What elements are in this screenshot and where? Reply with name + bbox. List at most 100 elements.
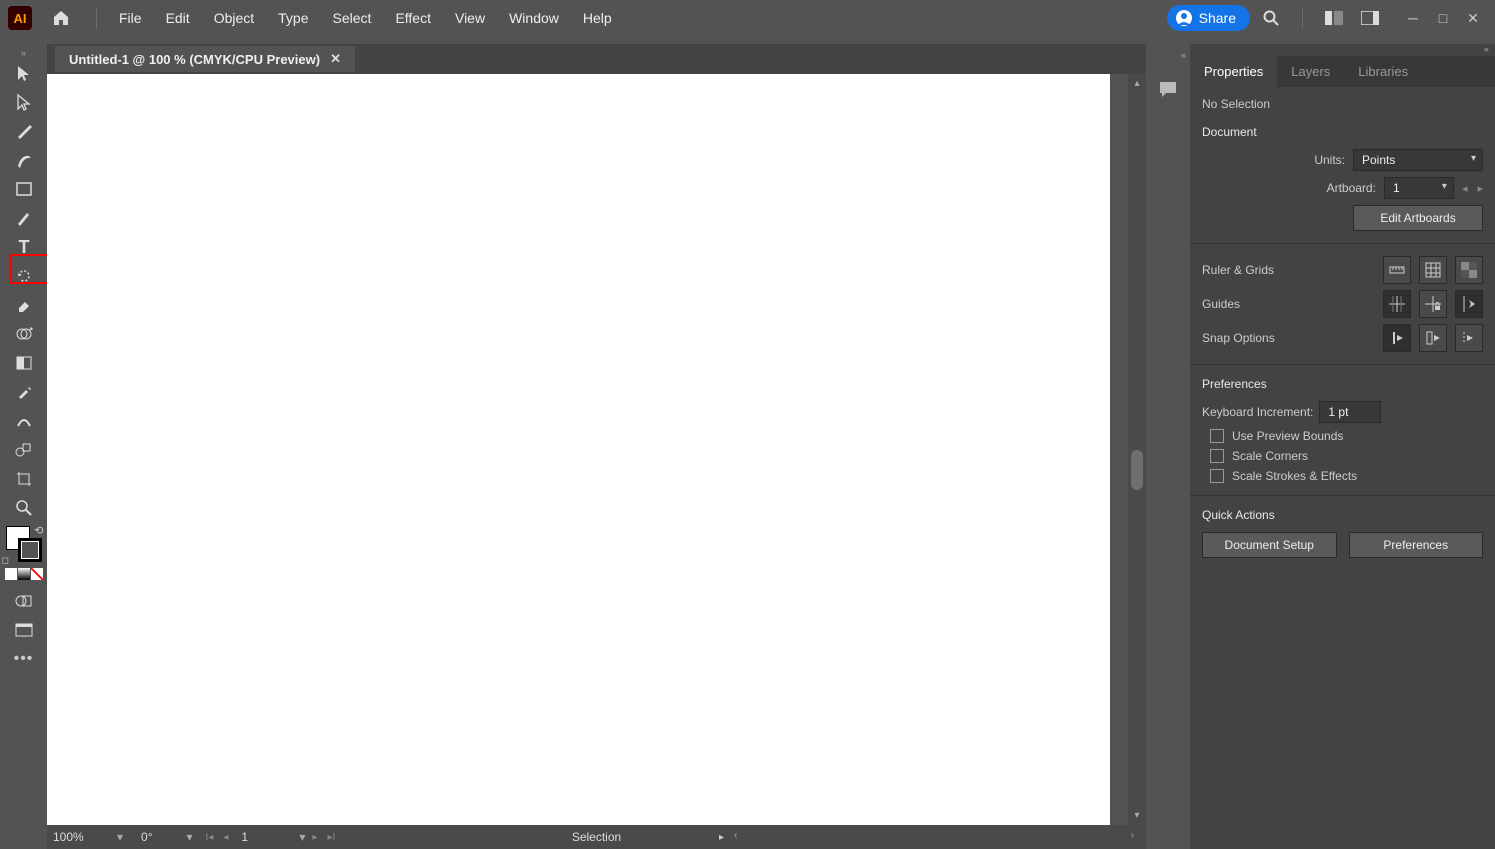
menu-window[interactable]: Window: [497, 6, 571, 30]
status-play-icon[interactable]: ▸: [719, 832, 724, 843]
units-label: Units:: [1202, 153, 1345, 167]
draw-mode-icon[interactable]: [9, 586, 39, 615]
next-artboard-icon[interactable]: ▸: [309, 832, 320, 843]
eraser-tool-icon[interactable]: [9, 290, 39, 319]
grid-icon[interactable]: [1419, 256, 1447, 284]
selection-tool-icon[interactable]: [9, 58, 39, 87]
pen-tool-icon[interactable]: [9, 116, 39, 145]
document-tab[interactable]: Untitled-1 @ 100 % (CMYK/CPU Preview) ✕: [55, 46, 355, 72]
eyedropper-tool-icon[interactable]: [9, 377, 39, 406]
expand-dock-icon[interactable]: «: [1181, 50, 1186, 60]
zoom-dropdown-icon[interactable]: ▾: [117, 830, 123, 844]
snap-to-pixel-icon[interactable]: [1455, 324, 1483, 352]
menu-view[interactable]: View: [443, 6, 497, 30]
last-artboard-icon[interactable]: ▸I: [324, 832, 338, 843]
scale-corners-checkbox[interactable]: Scale Corners: [1210, 449, 1483, 463]
color-mode-solid-icon[interactable]: [5, 568, 17, 580]
rectangle-tool-icon[interactable]: [9, 174, 39, 203]
ruler-icon[interactable]: [1383, 256, 1411, 284]
paintbrush-tool-icon[interactable]: [9, 203, 39, 232]
fill-stroke-control[interactable]: ⟲ ◻: [6, 526, 42, 562]
window-close-icon[interactable]: ✕: [1459, 9, 1487, 27]
document-setup-button[interactable]: Document Setup: [1202, 532, 1337, 558]
first-artboard-icon[interactable]: I◂: [203, 832, 217, 843]
curvature-tool-icon[interactable]: [9, 145, 39, 174]
use-preview-bounds-checkbox[interactable]: Use Preview Bounds: [1210, 429, 1483, 443]
screen-mode-icon[interactable]: [9, 615, 39, 644]
edit-toolbar-icon[interactable]: •••: [14, 650, 34, 668]
snap-to-point-icon[interactable]: [1383, 324, 1411, 352]
tab-properties[interactable]: Properties: [1190, 56, 1277, 87]
units-select[interactable]: Points: [1353, 149, 1483, 171]
artboard-navigation: I◂ ◂ 1 ▾ ▸ ▸I: [203, 830, 339, 844]
menu-file[interactable]: File: [107, 6, 154, 30]
rotation-value[interactable]: 0°: [141, 830, 152, 844]
comments-panel-icon[interactable]: [1157, 78, 1179, 100]
menu-object[interactable]: Object: [202, 6, 266, 30]
checkbox-icon: [1210, 429, 1224, 443]
prev-artboard-icon[interactable]: ◂: [220, 832, 231, 843]
lock-guides-icon[interactable]: [1419, 290, 1447, 318]
preferences-button[interactable]: Preferences: [1349, 532, 1484, 558]
menu-effect[interactable]: Effect: [383, 6, 443, 30]
collapse-panel-icon[interactable]: «: [1190, 44, 1495, 56]
scrollbar-thumb[interactable]: [1131, 450, 1143, 490]
vertical-scrollbar[interactable]: ▴ ▾: [1128, 74, 1146, 825]
window-maximize-icon[interactable]: □: [1429, 9, 1457, 27]
edit-artboards-button[interactable]: Edit Artboards: [1353, 205, 1483, 231]
color-mode-gradient-icon[interactable]: [18, 568, 30, 580]
artboard-dropdown-icon[interactable]: ▾: [299, 830, 305, 844]
stroke-swatch[interactable]: [18, 538, 42, 562]
scale-strokes-checkbox[interactable]: Scale Strokes & Effects: [1210, 469, 1483, 483]
free-transform-tool-icon[interactable]: [9, 435, 39, 464]
swap-fill-stroke-icon[interactable]: ⟲: [34, 524, 43, 537]
scale-strokes-label: Scale Strokes & Effects: [1232, 469, 1357, 483]
search-icon[interactable]: [1256, 3, 1286, 33]
tab-layers[interactable]: Layers: [1277, 56, 1344, 87]
rotation-dropdown-icon[interactable]: ▾: [187, 830, 193, 844]
home-icon[interactable]: [46, 3, 76, 33]
menu-type[interactable]: Type: [266, 6, 320, 30]
shape-builder-tool-icon[interactable]: [9, 319, 39, 348]
scroll-down-icon[interactable]: ▾: [1134, 810, 1139, 821]
color-mode-none-icon[interactable]: [31, 568, 43, 580]
keyboard-increment-label: Keyboard Increment:: [1202, 405, 1313, 419]
next-artboard-panel-icon[interactable]: ▸: [1477, 182, 1483, 195]
share-button[interactable]: Share: [1167, 5, 1250, 31]
horizontal-scrollbar[interactable]: ‹›: [734, 830, 1134, 844]
zoom-tool-icon[interactable]: [9, 493, 39, 522]
zoom-level[interactable]: 100%: [53, 830, 113, 844]
width-tool-icon[interactable]: [9, 406, 39, 435]
scroll-up-icon[interactable]: ▴: [1134, 78, 1139, 89]
gradient-tool-icon[interactable]: [9, 348, 39, 377]
arrange-documents-icon[interactable]: [1319, 3, 1349, 33]
workspace-switcher-icon[interactable]: [1355, 3, 1385, 33]
transparency-grid-icon[interactable]: [1455, 256, 1483, 284]
window-minimize-icon[interactable]: ─: [1399, 9, 1427, 27]
current-tool-label: Selection: [572, 830, 621, 844]
artboard-number[interactable]: 1: [235, 830, 295, 844]
prev-artboard-panel-icon[interactable]: ◂: [1462, 182, 1468, 195]
expand-tools-icon[interactable]: »: [21, 48, 26, 58]
document-area: Untitled-1 @ 100 % (CMYK/CPU Preview) ✕ …: [47, 44, 1146, 849]
artboard-tool-icon[interactable]: [9, 464, 39, 493]
panel-tabs: Properties Layers Libraries: [1190, 56, 1495, 87]
keyboard-increment-input[interactable]: 1 pt: [1319, 401, 1381, 423]
canvas[interactable]: [47, 74, 1110, 825]
tab-libraries[interactable]: Libraries: [1344, 56, 1422, 87]
show-guides-icon[interactable]: [1383, 290, 1411, 318]
menu-select[interactable]: Select: [321, 6, 384, 30]
ruler-grids-label: Ruler & Grids: [1202, 263, 1375, 277]
menu-help[interactable]: Help: [571, 6, 624, 30]
artboard-select[interactable]: 1: [1384, 177, 1454, 199]
default-fill-stroke-icon[interactable]: ◻: [2, 555, 9, 566]
checkbox-icon: [1210, 449, 1224, 463]
rotate-tool-icon[interactable]: [9, 261, 39, 290]
guides-label: Guides: [1202, 297, 1375, 311]
snap-to-grid-icon[interactable]: [1419, 324, 1447, 352]
close-tab-icon[interactable]: ✕: [330, 51, 341, 67]
smart-guides-icon[interactable]: [1455, 290, 1483, 318]
menu-edit[interactable]: Edit: [154, 6, 202, 30]
type-tool-icon[interactable]: T: [9, 232, 39, 261]
direct-selection-tool-icon[interactable]: [9, 87, 39, 116]
